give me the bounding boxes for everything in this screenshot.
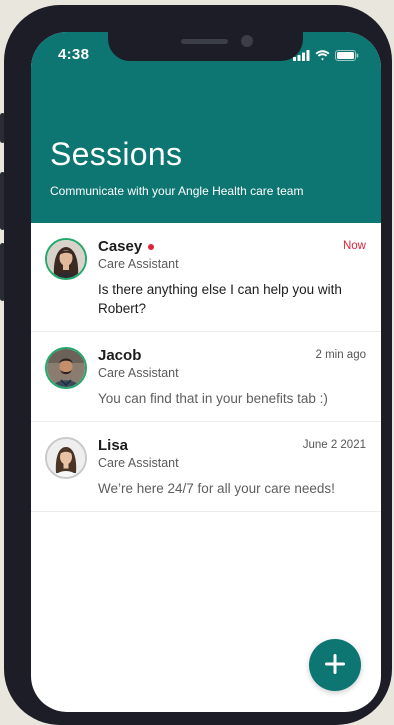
session-role: Care Assistant [98, 366, 179, 380]
plus-icon [324, 653, 346, 678]
session-message: We’re here 24/7 for all your care needs! [98, 481, 335, 496]
status-time: 4:38 [58, 46, 90, 63]
session-item-lisa[interactable]: Lisa Care Assistant June 2 2021 We’re he… [31, 422, 381, 512]
avatar-lisa [45, 437, 87, 479]
front-camera [241, 35, 253, 47]
avatar-casey [45, 238, 87, 280]
session-item-casey[interactable]: Casey Care Assistant Now Is there anythi… [31, 223, 381, 332]
app-screen: 4:38 Sessions Communicate with your Angl… [31, 32, 381, 712]
session-role: Care Assistant [98, 257, 179, 271]
session-time: 2 min ago [315, 349, 366, 361]
page-subtitle: Communicate with your Angle Health care … [50, 184, 304, 198]
session-time: Now [342, 240, 366, 252]
battery-icon [335, 48, 359, 66]
speaker [181, 39, 228, 44]
session-name: Jacob [98, 347, 142, 364]
session-list: Casey Care Assistant Now Is there anythi… [31, 223, 381, 512]
session-time: June 2 2021 [302, 439, 366, 451]
status-icons [293, 48, 359, 66]
phone-frame: 4:38 Sessions Communicate with your Angl… [4, 5, 392, 725]
session-message: You can find that in your benefits tab :… [98, 391, 328, 406]
session-item-jacob[interactable]: Jacob Care Assistant 2 min ago You can f… [31, 332, 381, 422]
new-session-button[interactable] [309, 639, 361, 691]
page-title: Sessions [50, 136, 183, 172]
notch [108, 32, 303, 61]
session-role: Care Assistant [98, 456, 179, 470]
session-name-text: Casey [98, 238, 143, 255]
session-message: Is there anything else I can help you wi… [98, 282, 342, 316]
session-name: Casey [98, 238, 155, 255]
session-name: Lisa [98, 437, 129, 454]
avatar-jacob [45, 347, 87, 389]
wifi-icon [315, 48, 330, 66]
unread-indicator [148, 244, 155, 251]
